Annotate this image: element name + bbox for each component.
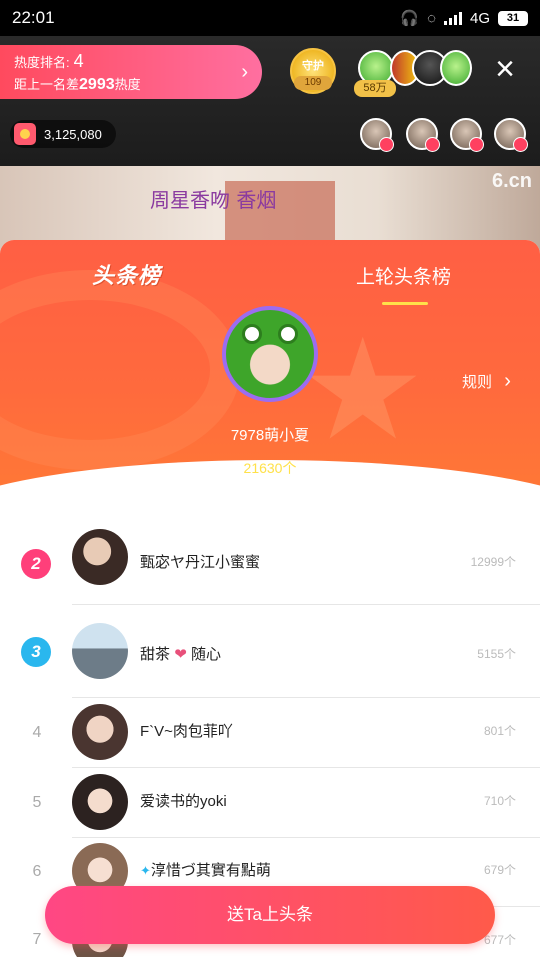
row-name: F`V~肉包菲吖 xyxy=(140,723,233,740)
row-count: 679个 xyxy=(483,863,516,877)
avatar xyxy=(72,704,128,760)
heat-gap-line: 距上一名差2993热度 xyxy=(14,74,248,94)
top-fan-avatar-4[interactable] xyxy=(440,50,472,86)
row-count: 710个 xyxy=(483,794,516,808)
video-caption: 周星香吻 香烟 xyxy=(150,188,277,212)
leaderboard-hero: ★ 头条榜 上轮头条榜 7978萌小夏 21630个 规则 › xyxy=(0,240,540,600)
viewer-avatar-4[interactable] xyxy=(494,118,528,152)
row-name-group: 甜茶 ❤ 随心 xyxy=(140,643,221,664)
row-count: 5155个 xyxy=(477,647,516,661)
heat-rank-value: 4 xyxy=(73,51,84,71)
send-to-headline-button[interactable]: 送Ta上头条 xyxy=(45,886,495,944)
champion-avatar[interactable] xyxy=(222,306,318,402)
tab-active-indicator xyxy=(382,302,428,305)
avatar xyxy=(72,623,128,679)
avatar xyxy=(72,529,128,585)
signal-icon xyxy=(443,11,462,25)
network-type: 4G xyxy=(469,9,490,27)
rank-number: 5 xyxy=(32,794,42,811)
coin-balance[interactable]: 3,125,080 xyxy=(10,120,116,148)
frog-hat-eye-right xyxy=(278,324,298,344)
avatar xyxy=(72,774,128,830)
heat-gap-suffix: 热度 xyxy=(114,77,141,92)
rank-number: 4 xyxy=(32,724,42,741)
guard-count: 109 xyxy=(294,76,332,90)
champion-name: 7978萌小夏 xyxy=(230,427,310,444)
heat-rank-line: 热度排名: 4 xyxy=(14,51,248,72)
sparkle-icon: ✦ xyxy=(140,863,151,878)
headline-leaderboard-panel: ★ 头条榜 上轮头条榜 7978萌小夏 21630个 规则 › 2 甄宓ヤ丹江小… xyxy=(0,240,540,957)
row-name: 甄宓ヤ丹江小蜜蜜 xyxy=(140,554,261,571)
guard-label: 守护 xyxy=(302,60,324,72)
viewer-avatar-3[interactable] xyxy=(450,118,484,152)
list-item[interactable]: 5 爱读书的yoki 710个 xyxy=(0,768,540,838)
row-name: 爱读书的yoki xyxy=(140,793,227,810)
viewer-avatar-2[interactable] xyxy=(406,118,440,152)
heat-rank-pill[interactable]: 热度排名: 4 距上一名差2993热度 › xyxy=(0,45,262,99)
row-count: 677个 xyxy=(483,933,516,947)
fans-count-badge: 58万 xyxy=(354,80,396,97)
rank-medal-3: 3 xyxy=(21,637,51,667)
headphones-icon: 🎧 xyxy=(400,10,420,27)
chevron-right-icon: › xyxy=(241,61,248,83)
rank-number: 7 xyxy=(32,931,42,948)
rank-medal-2: 2 xyxy=(21,549,51,579)
champion-count: 21630个 xyxy=(243,460,297,476)
row-name-group: ✦淳惜づ其實有點萌 xyxy=(140,859,271,880)
tab-headline-board[interactable]: 头条榜 xyxy=(92,258,161,290)
wifi-icon: ◌ xyxy=(427,9,436,27)
live-room-header: 热度排名: 4 距上一名差2993热度 › 守护 109 58万 × 3,125,… xyxy=(0,36,540,166)
list-item[interactable]: 3 甜茶 ❤ 随心 5155个 xyxy=(0,605,540,698)
rules-label: 规则 xyxy=(462,374,493,391)
battery-icon: 31 xyxy=(498,10,528,26)
row-count: 12999个 xyxy=(470,555,516,569)
row-name: 甜茶 xyxy=(140,646,171,663)
chevron-right-icon: › xyxy=(504,370,511,392)
viewer-avatar-1[interactable] xyxy=(360,118,394,152)
status-bar: 22:01 🎧 ◌ 4G 31 xyxy=(0,0,540,36)
row-name: 淳惜づ其實有點萌 xyxy=(150,862,271,879)
status-icons: 🎧 ◌ 4G 31 xyxy=(400,9,528,27)
list-item[interactable]: 4 F`V~肉包菲吖 801个 xyxy=(0,698,540,768)
status-time: 22:01 xyxy=(12,8,55,27)
rules-link[interactable]: 规则 › xyxy=(462,370,511,393)
list-item[interactable]: 2 甄宓ヤ丹江小蜜蜜 12999个 xyxy=(0,523,540,605)
heat-gap-prefix: 距上一名差 xyxy=(14,77,80,92)
tab-previous-headline-board[interactable]: 上轮头条榜 xyxy=(356,262,451,289)
brand-watermark: 6.cn xyxy=(491,170,532,192)
rank-number: 6 xyxy=(32,863,42,880)
close-icon[interactable]: × xyxy=(488,52,522,86)
row-count: 801个 xyxy=(483,724,516,738)
heart-icon: ❤ xyxy=(174,646,187,663)
frog-hat-eye-left xyxy=(242,324,262,344)
coin-value: 3,125,080 xyxy=(44,126,102,142)
red-envelope-icon xyxy=(14,123,36,145)
heat-rank-label: 热度排名: xyxy=(14,55,70,70)
heat-gap-value: 2993 xyxy=(79,76,115,93)
row-name-suffix: 随心 xyxy=(190,646,221,663)
